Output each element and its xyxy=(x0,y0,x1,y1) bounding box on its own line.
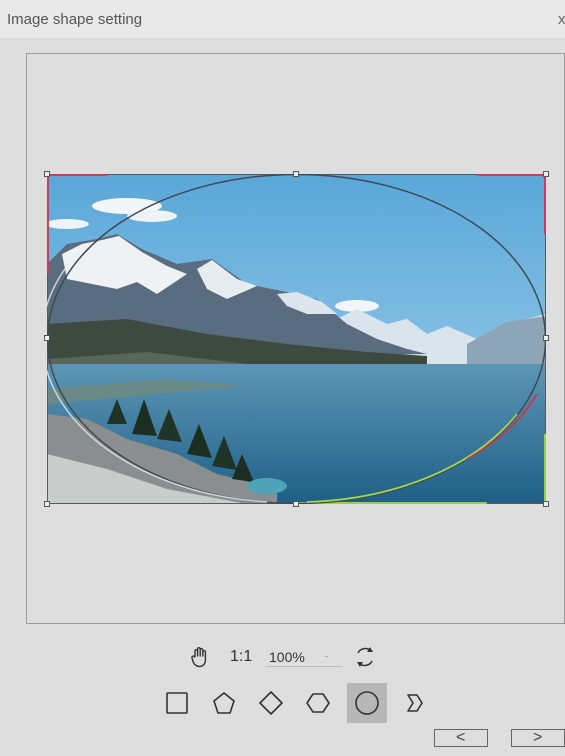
shape-rectangle-button[interactable] xyxy=(157,683,197,723)
next-button[interactable]: > xyxy=(511,729,565,747)
chevron-shape-icon xyxy=(407,694,423,712)
zoom-select[interactable]: 100% - xyxy=(266,645,342,667)
shape-pentagon-button[interactable] xyxy=(204,683,244,723)
diamond-icon xyxy=(259,691,283,715)
ellipse-icon xyxy=(355,691,379,715)
pan-hand-icon[interactable] xyxy=(188,645,212,674)
shape-hexagon-button[interactable] xyxy=(298,683,338,723)
resize-handle-bottom-right[interactable] xyxy=(543,501,549,507)
resize-handle-top-right[interactable] xyxy=(543,171,549,177)
shape-toolbar xyxy=(0,683,565,723)
resize-handle-bottom[interactable] xyxy=(293,501,299,507)
resize-handle-left[interactable] xyxy=(44,335,50,341)
shape-chevron-button[interactable] xyxy=(396,683,436,723)
resize-handle-top-left[interactable] xyxy=(44,171,50,177)
zoom-value: 100% xyxy=(269,649,305,665)
close-button[interactable]: x xyxy=(558,11,565,28)
rotate-icon[interactable] xyxy=(352,644,378,675)
zoom-toolbar: 1:1 100% - xyxy=(0,643,565,671)
dialog-title: Image shape setting xyxy=(7,11,143,28)
rectangle-icon xyxy=(166,692,188,714)
resize-handle-top[interactable] xyxy=(293,171,299,177)
landscape-photo xyxy=(47,174,546,504)
hexagon-icon xyxy=(306,693,330,713)
dialog-titlebar: Image shape setting x xyxy=(0,0,565,38)
previous-label: < xyxy=(456,729,466,746)
next-label: > xyxy=(533,729,543,746)
resize-handle-bottom-left[interactable] xyxy=(44,501,50,507)
actual-size-button[interactable]: 1:1 xyxy=(230,648,252,666)
image-crop-area[interactable] xyxy=(47,174,546,504)
resize-handle-right[interactable] xyxy=(543,335,549,341)
previous-button[interactable]: < xyxy=(434,729,488,747)
shape-ellipse-button[interactable] xyxy=(347,683,387,723)
chevron-down-icon: - xyxy=(325,651,328,661)
pentagon-icon xyxy=(213,692,235,714)
shape-diamond-button[interactable] xyxy=(251,683,291,723)
